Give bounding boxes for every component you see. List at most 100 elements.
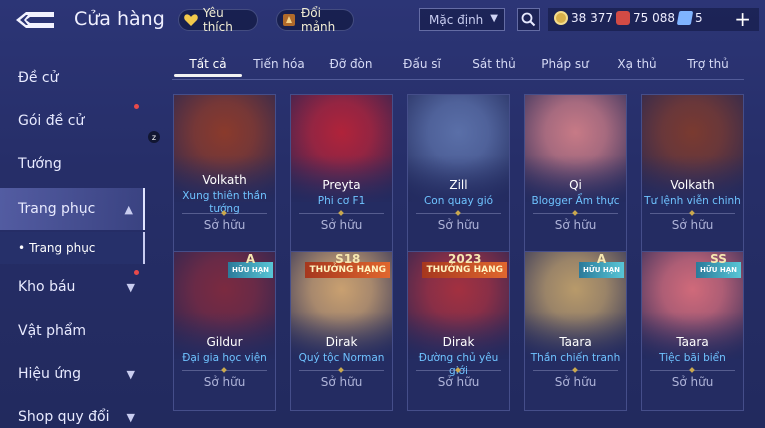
skin-card[interactable]: A HỮU HẠN Gildur Đại gia học viện Sở hữu: [173, 251, 276, 411]
card-divider: [416, 370, 501, 371]
skin-card[interactable]: Volkath Tư lệnh viễn chinh Sở hữu: [641, 94, 744, 254]
owned-status: Sở hữu: [203, 218, 246, 232]
tab-support[interactable]: Trợ thủ: [687, 57, 729, 71]
skin-name: Phi cơ F1: [317, 195, 366, 207]
badge-label: THƯỞNG HẠNG: [309, 265, 386, 275]
tab-mage[interactable]: Pháp sư: [541, 57, 588, 71]
sidebar-item-label: Hiệu ứng: [18, 366, 81, 382]
hero-name: Taara: [676, 335, 709, 349]
skin-card[interactable]: SS HỮU HẠN Taara Tiệc bãi biển Sở hữu: [641, 251, 744, 411]
hero-name: Volkath: [670, 178, 715, 192]
skin-name: Tiệc bãi biển: [659, 352, 726, 364]
active-tab-indicator: [174, 74, 242, 77]
sort-dropdown[interactable]: Mặc định ▼: [419, 8, 505, 31]
sleep-indicator-badge: z: [148, 131, 160, 143]
tab-marksman[interactable]: Xạ thủ: [617, 57, 656, 71]
hero-name: Volkath: [202, 173, 247, 187]
skin-card[interactable]: Qi Blogger Ẩm thực Sở hữu: [524, 94, 627, 254]
badge-label: THƯỞNG HẠNG: [426, 265, 503, 275]
tab-tank[interactable]: Đỡ đòn: [329, 57, 372, 71]
tab-assassin[interactable]: Sát thủ: [472, 57, 515, 71]
skin-name: Tư lệnh viễn chinh: [644, 195, 741, 207]
ticket-value: 5: [695, 11, 703, 25]
sidebar-item-label: Shop quy đổi: [18, 409, 110, 425]
chevron-down-icon: ▼: [490, 13, 498, 24]
skin-tier-badge: S18 THƯỞNG HẠNG: [305, 252, 390, 278]
exchange-label: Đổi mảnh: [301, 6, 336, 34]
add-currency-button[interactable]: +: [734, 8, 751, 30]
hero-name: Taara: [559, 335, 592, 349]
skin-name: Đại gia học viện: [182, 352, 267, 364]
skin-name: Thần chiến tranh: [530, 352, 621, 364]
badge-tier-label: A: [596, 252, 607, 266]
badge-tier-label: S18: [335, 252, 361, 266]
card-divider: [533, 213, 618, 214]
badge-label: HỮU HẠN: [232, 266, 269, 274]
skin-tier-badge: SS HỮU HẠN: [696, 252, 741, 278]
sidebar-item-featured[interactable]: Đề cử: [0, 60, 145, 96]
hero-name: Preyta: [322, 178, 361, 192]
search-button[interactable]: [517, 8, 540, 31]
notification-dot: [134, 104, 139, 109]
skin-card[interactable]: 2023 THƯỞNG HẠNG Dirak Đường chủ yêu giới Sở…: [407, 251, 510, 411]
category-tabs: Tất cả Tiến hóa Đỡ đòn Đấu sĩ Sát thủ Ph…: [172, 52, 744, 80]
owned-status: Sở hữu: [554, 218, 597, 232]
bullet-icon: •: [18, 241, 26, 255]
badge-label: HỮU HẠN: [700, 266, 737, 274]
hero-name: Dirak: [442, 335, 475, 349]
sidebar-item-skins[interactable]: Trang phục ▲: [0, 188, 145, 230]
top-bar: Cửa hàng Yêu thích Đổi mảnh Mặc định ▼ 3…: [0, 0, 765, 40]
sidebar-subitem-skins[interactable]: • Trang phục: [0, 232, 145, 264]
search-icon: [521, 12, 536, 27]
badge-tier-label: 2023: [448, 252, 482, 266]
skin-tier-badge: A HỮU HẠN: [579, 252, 624, 278]
skin-card[interactable]: Zill Con quay gió Sở hữu: [407, 94, 510, 254]
sidebar-item-treasure[interactable]: Kho báu ▼: [0, 269, 145, 305]
sidebar-item-label: Tướng: [18, 156, 62, 172]
sidebar-item-featured-packs[interactable]: Gói đề cử: [0, 103, 145, 139]
exchange-button[interactable]: Đổi mảnh: [276, 6, 354, 34]
sidebar-item-label: Đề cử: [18, 70, 59, 86]
sidebar-item-exchange-shop[interactable]: Shop quy đổi ▼: [0, 399, 145, 428]
tab-fighter[interactable]: Đấu sĩ: [403, 57, 441, 71]
tab-evolution[interactable]: Tiến hóa: [253, 57, 304, 71]
card-divider: [299, 213, 384, 214]
badge-tier-label: A: [245, 252, 256, 266]
skin-name: Quý tộc Norman: [298, 352, 385, 364]
gold-value: 38 377: [571, 11, 613, 25]
sidebar-item-effects[interactable]: Hiệu ứng ▼: [0, 356, 145, 392]
sidebar-item-label: Trang phục: [18, 201, 96, 217]
sidebar-item-items[interactable]: Vật phẩm: [0, 313, 145, 349]
sidebar-subitem-label: Trang phục: [29, 241, 96, 255]
skin-tier-badge: A HỮU HẠN: [228, 252, 273, 278]
sidebar-item-label: Gói đề cử: [18, 113, 85, 129]
skin-card[interactable]: S18 THƯỞNG HẠNG Dirak Quý tộc Norman Sở hữu: [290, 251, 393, 411]
favorites-label: Yêu thích: [203, 6, 233, 34]
sidebar-item-heroes[interactable]: Tướng: [0, 146, 145, 182]
skin-card[interactable]: A HỮU HẠN Taara Thần chiến tranh Sở hữu: [524, 251, 627, 411]
sidebar-item-label: Kho báu: [18, 279, 76, 295]
chevron-down-icon: ▼: [126, 367, 135, 381]
owned-status: Sở hữu: [671, 375, 714, 389]
sidebar: Đề cử Gói đề cử Tướng Trang phục ▲ • Tra…: [0, 52, 148, 428]
heart-icon: [183, 11, 199, 29]
card-divider: [650, 370, 735, 371]
card-divider: [416, 213, 501, 214]
owned-status: Sở hữu: [671, 218, 714, 232]
skin-card[interactable]: Volkath Xung thiên thần tướng Sở hữu: [173, 94, 276, 254]
currency-bar: 38 377 75 088 5 +: [548, 8, 759, 31]
back-button[interactable]: [14, 9, 56, 31]
skin-card[interactable]: Preyta Phi cơ F1 Sở hữu: [290, 94, 393, 254]
tab-all[interactable]: Tất cả: [189, 57, 226, 71]
card-divider: [182, 370, 267, 371]
favorites-button[interactable]: Yêu thích: [178, 6, 258, 34]
chevron-up-icon: ▲: [124, 202, 133, 216]
fragment-icon: [281, 11, 297, 29]
owned-status: Sở hữu: [320, 375, 363, 389]
hero-name: Dirak: [325, 335, 358, 349]
sort-value: Mặc định: [429, 12, 484, 27]
back-arrow-icon: [16, 12, 54, 28]
hero-name: Zill: [449, 178, 468, 192]
ticket-icon: [676, 11, 694, 25]
notification-dot: [134, 270, 139, 275]
